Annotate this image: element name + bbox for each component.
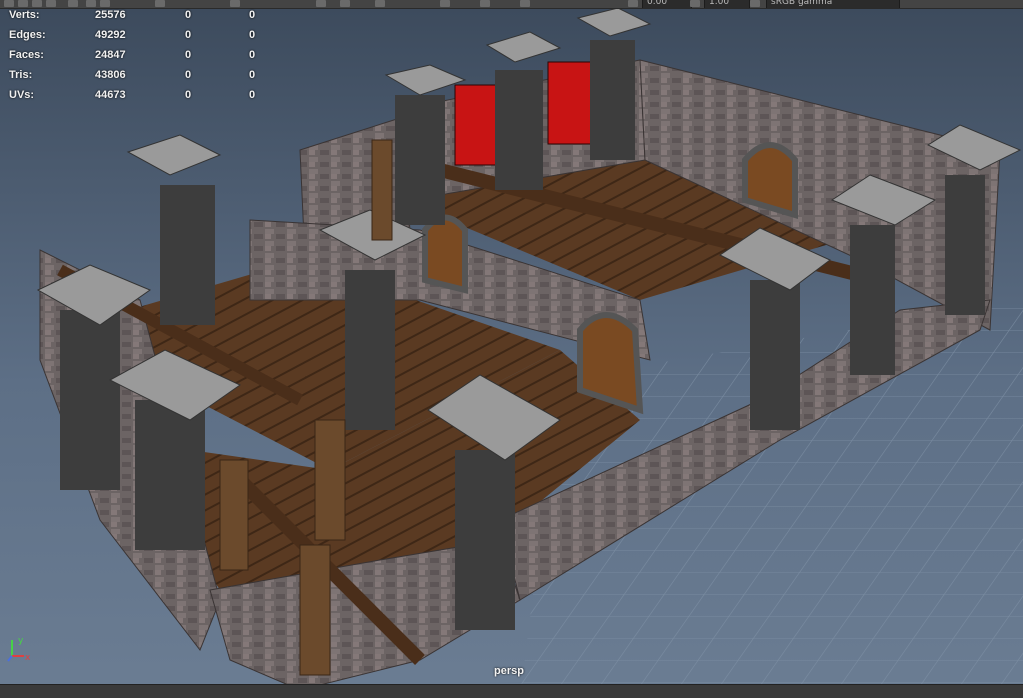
view-axis-gizmo: y x <box>7 636 31 663</box>
hud-count: 24847 <box>95 49 126 61</box>
xray-icon[interactable] <box>480 0 490 7</box>
hud-count: 43806 <box>95 69 126 81</box>
post-1 <box>314 419 346 541</box>
bookmark-icon[interactable] <box>100 0 110 7</box>
door-back-right <box>742 142 798 220</box>
viewport-toolbar: 0.00 1.00 sRGB gamma <box>0 0 1023 9</box>
color-space-dropdown[interactable]: sRGB gamma <box>766 0 900 8</box>
door-left <box>422 214 468 294</box>
hud-count: 25576 <box>95 9 126 21</box>
viewport-bottom-bar <box>0 684 1023 698</box>
hud-extra: 0 <box>249 29 256 41</box>
hud-label: Tris: <box>9 69 33 81</box>
color-management-icon[interactable] <box>750 0 760 7</box>
hud-extra: 0 <box>249 9 256 21</box>
exposure-field[interactable]: 0.00 <box>642 0 692 8</box>
exposure-icon[interactable] <box>628 0 638 7</box>
hud-selected: 0 <box>185 29 192 41</box>
banner-right <box>547 61 595 145</box>
hud-row-uvs: UVs: 44673 0 0 <box>9 89 269 109</box>
shading-wire-icon[interactable] <box>230 0 240 7</box>
axis-y-label: y <box>18 636 24 646</box>
gamma-icon[interactable] <box>690 0 700 7</box>
texture-icon[interactable] <box>340 0 350 7</box>
hud-selected: 0 <box>185 69 192 81</box>
gamma-field[interactable]: 1.00 <box>704 0 750 8</box>
hud-extra: 0 <box>249 49 256 61</box>
isolate-icon[interactable] <box>520 0 530 7</box>
move-tool-icon[interactable] <box>18 0 28 7</box>
post-4 <box>371 139 393 241</box>
poly-count-hud: Verts: 25576 0 0 Edges: 49292 0 0 Faces:… <box>9 9 269 109</box>
hud-row-edges: Edges: 49292 0 0 <box>9 29 269 49</box>
hud-selected: 0 <box>185 89 192 101</box>
grid-toggle-icon[interactable] <box>155 0 165 7</box>
hud-label: Verts: <box>9 9 40 21</box>
hud-label: UVs: <box>9 89 35 101</box>
shading-smooth-icon[interactable] <box>316 0 326 7</box>
pillar-4 <box>126 134 222 325</box>
lighting-icon[interactable] <box>375 0 385 7</box>
hud-row-tris: Tris: 43806 0 0 <box>9 69 269 89</box>
axis-x-label: x <box>25 653 31 663</box>
camera-icon[interactable] <box>86 0 96 7</box>
hud-row-verts: Verts: 25576 0 0 <box>9 9 269 29</box>
select-tool-icon[interactable] <box>4 0 14 7</box>
hud-extra: 0 <box>249 89 256 101</box>
hud-label: Faces: <box>9 49 44 61</box>
3d-viewport[interactable]: 0.00 1.00 sRGB gamma Verts: 25576 0 0 Ed… <box>0 0 1023 697</box>
hud-row-faces: Faces: 24847 0 0 <box>9 49 269 69</box>
rotate-tool-icon[interactable] <box>32 0 42 7</box>
hud-selected: 0 <box>185 49 192 61</box>
post-3 <box>299 544 331 676</box>
post-2 <box>219 459 249 571</box>
hud-selected: 0 <box>185 9 192 21</box>
door-inner <box>577 312 644 415</box>
hud-count: 49292 <box>95 29 126 41</box>
hud-count: 44673 <box>95 89 126 101</box>
hud-label: Edges: <box>9 29 46 41</box>
snap-icon[interactable] <box>68 0 78 7</box>
hud-extra: 0 <box>249 69 256 81</box>
camera-label: persp <box>494 665 524 677</box>
scale-tool-icon[interactable] <box>46 0 56 7</box>
shadow-icon[interactable] <box>440 0 450 7</box>
